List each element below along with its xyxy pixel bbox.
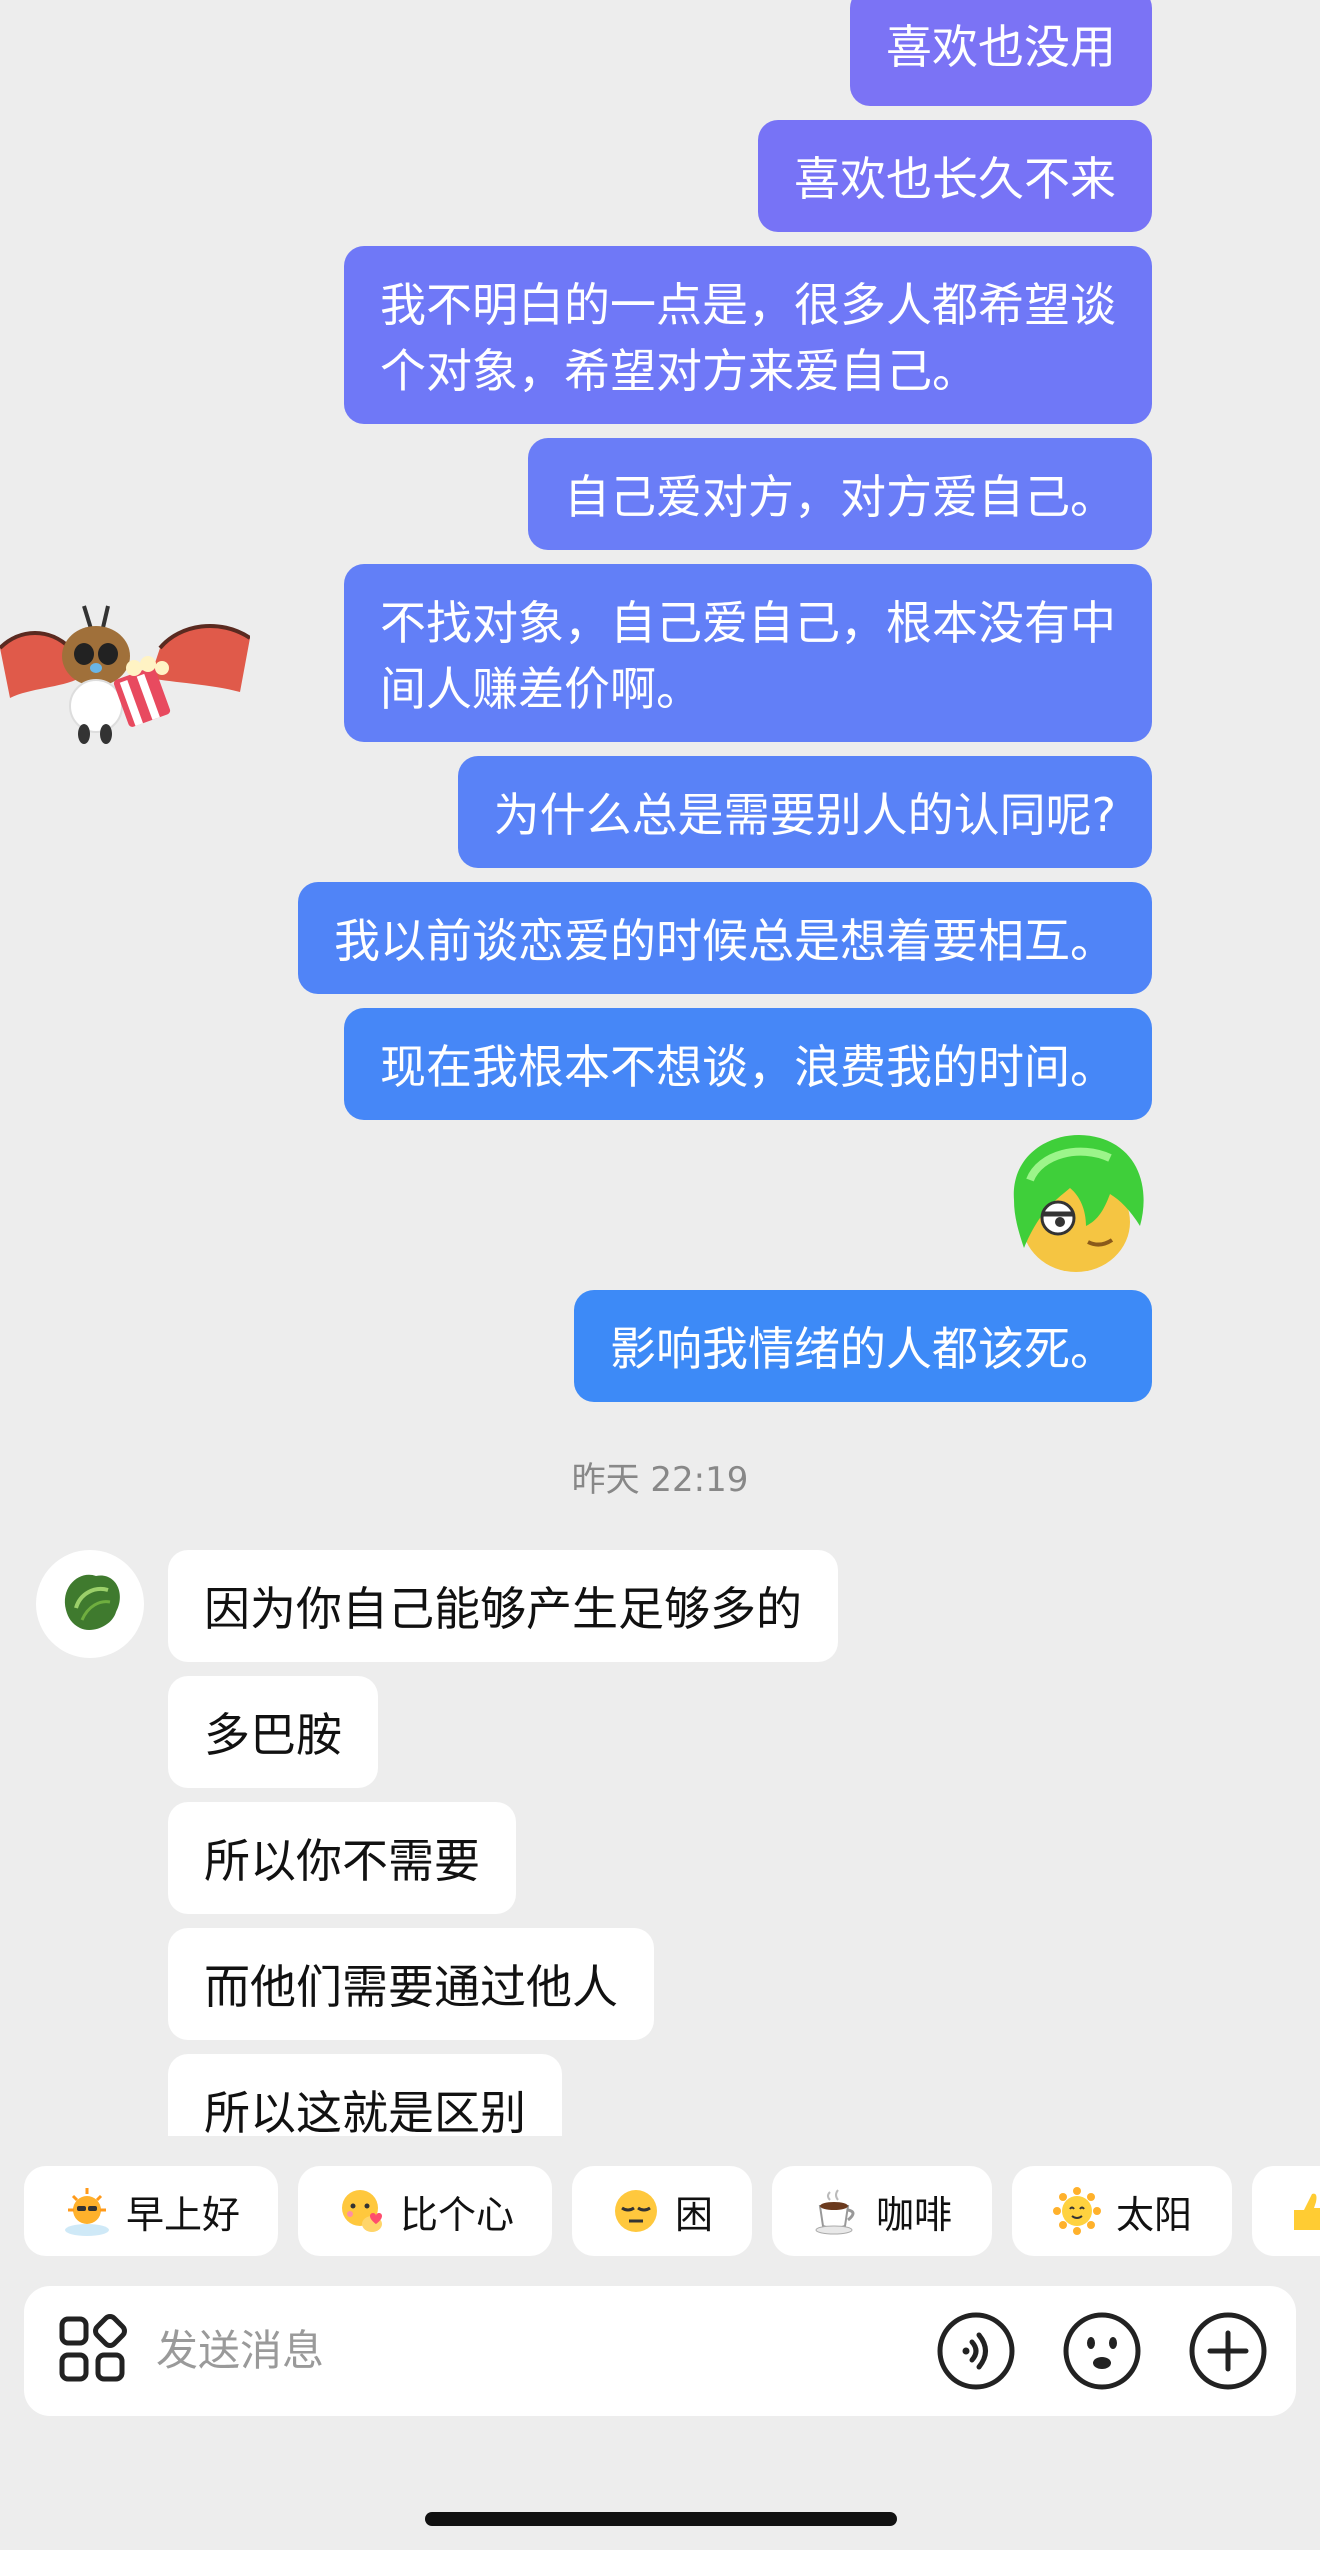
message-bubble-incoming[interactable]: 而他们需要通过他人: [168, 1928, 654, 2040]
message-bubble-outgoing[interactable]: 影响我情绪的人都该死。: [574, 1290, 1152, 1402]
quick-reply-chip[interactable]: 咖啡: [772, 2166, 992, 2256]
apps-grid-icon[interactable]: [52, 2309, 136, 2393]
message-bubble-outgoing[interactable]: 喜欢也没用: [850, 0, 1152, 106]
chat-area[interactable]: 喜欢也没用 喜欢也长久不来 我不明白的一点是，很多人都希望谈 个对象，希望对方来…: [0, 0, 1320, 2136]
bat-popcorn-sticker[interactable]: [0, 588, 250, 748]
message-input-bar[interactable]: 发送消息: [24, 2286, 1296, 2416]
contact-avatar[interactable]: [36, 1550, 144, 1658]
quick-reply-bar[interactable]: 早上好 比个心 困 咖啡 太阳: [0, 2166, 1320, 2258]
message-bubble-incoming[interactable]: 所以你不需要: [168, 1802, 516, 1914]
plus-icon[interactable]: [1186, 2309, 1270, 2393]
quick-reply-label: 早上好: [125, 2192, 240, 2237]
message-bubble-outgoing[interactable]: 为什么总是需要别人的认同呢?: [457, 756, 1152, 868]
message-bubble-incoming[interactable]: 多巴胺: [168, 1676, 378, 1788]
quick-reply-chip[interactable]: 比个心: [298, 2166, 552, 2256]
quick-reply-chip[interactable]: 困: [572, 2166, 752, 2256]
message-bubble-outgoing[interactable]: 喜欢也长久不来: [758, 120, 1152, 232]
message-bubble-incoming[interactable]: 因为你自己能够产生足够多的: [168, 1550, 838, 1662]
sun-emoji-icon: [1052, 2187, 1101, 2235]
quick-reply-label: 比个心: [399, 2192, 514, 2237]
message-bubble-outgoing[interactable]: 自己爱对方，对方爱自己。: [528, 438, 1152, 550]
thumbs-emoji-icon: [1294, 2193, 1320, 2230]
quick-reply-label: 咖啡: [875, 2192, 952, 2237]
message-bubble-outgoing[interactable]: 我以前谈恋爱的时候总是想着要相互。: [298, 882, 1152, 994]
heart-hand-emoji-icon: [341, 2190, 382, 2232]
quick-reply-chip[interactable]: [1252, 2166, 1320, 2256]
message-timestamp: 昨天 22:19: [571, 1460, 749, 1500]
emoji-icon[interactable]: [1060, 2309, 1144, 2393]
green-hair-sticker[interactable]: [1000, 1130, 1152, 1278]
message-bubble-incoming[interactable]: 所以这就是区别: [168, 2054, 562, 2136]
voice-icon[interactable]: [934, 2309, 1018, 2393]
message-bubble-outgoing[interactable]: 现在我根本不想谈，浪费我的时间。: [344, 1008, 1152, 1120]
message-bubble-outgoing[interactable]: 我不明白的一点是，很多人都希望谈 个对象，希望对方来爱自己。: [344, 246, 1152, 424]
coffee-emoji-icon: [815, 2189, 855, 2235]
quick-reply-chip[interactable]: 早上好: [24, 2166, 278, 2256]
sunrise-emoji-icon: [64, 2188, 109, 2236]
message-bubble-outgoing[interactable]: 不找对象，自己爱自己，根本没有中 间人赚差价啊。: [344, 564, 1152, 742]
quick-reply-label: 太阳: [1115, 2192, 1192, 2237]
lettuce-avatar-icon: [64, 1574, 120, 1631]
quick-reply-chip[interactable]: 太阳: [1012, 2166, 1232, 2256]
message-input[interactable]: 发送消息: [156, 2286, 324, 2416]
sleepy-emoji-icon: [614, 2190, 657, 2232]
quick-reply-label: 困: [674, 2192, 713, 2237]
home-indicator: [425, 2512, 897, 2526]
